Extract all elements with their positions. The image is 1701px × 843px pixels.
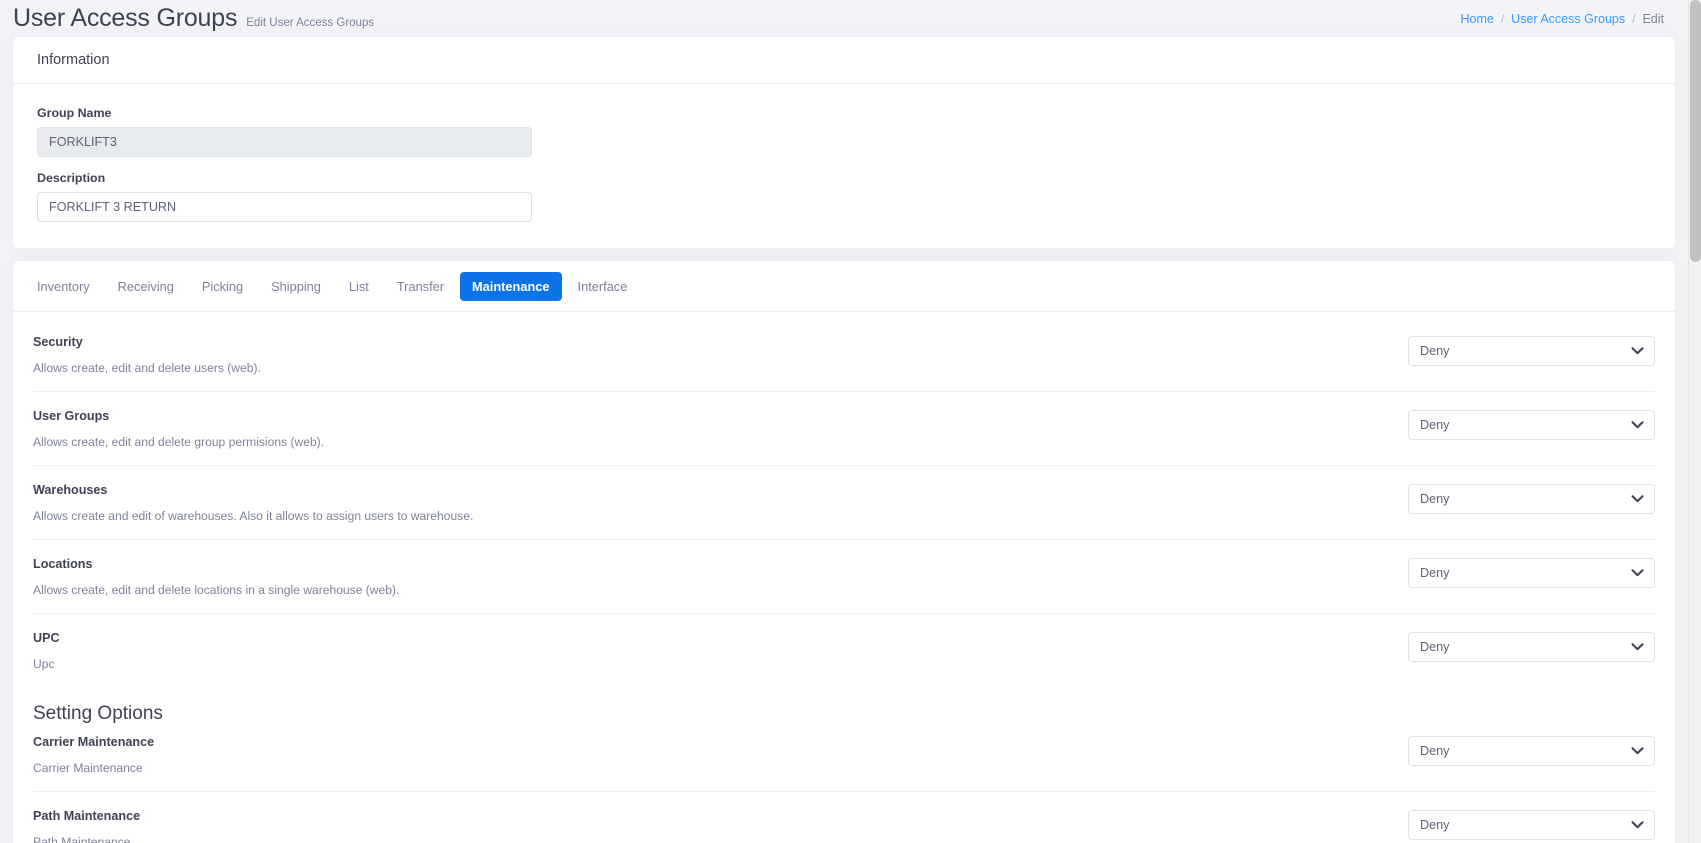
information-card-header: Information [13, 37, 1675, 84]
permission-text: Path Maintenance Path Maintenance [33, 808, 1408, 843]
permission-control: Deny [1408, 630, 1655, 662]
tab-inventory[interactable]: Inventory [25, 272, 102, 301]
permission-description: Upc [33, 657, 55, 671]
group-name-label: Group Name [37, 106, 112, 120]
setting-options-heading: Setting Options [33, 703, 163, 724]
permission-select-security[interactable]: Deny [1408, 336, 1655, 366]
select-wrapper: Deny [1408, 410, 1655, 440]
permission-select-path-maintenance[interactable]: Deny [1408, 810, 1655, 840]
permission-text: UPC Upc [33, 630, 1408, 671]
permission-control: Deny [1408, 334, 1655, 366]
select-wrapper: Deny [1408, 484, 1655, 514]
permission-description: Allows create, edit and delete users (we… [33, 361, 261, 375]
permission-name: Path Maintenance [33, 809, 141, 823]
permission-control: Deny [1408, 482, 1655, 514]
page-scroll-container: User Access Groups Edit User Access Grou… [0, 0, 1688, 843]
permission-control: Deny [1408, 556, 1655, 588]
tab-list[interactable]: List [337, 272, 381, 301]
permission-name: Warehouses [33, 483, 108, 497]
permission-name: Security [33, 335, 83, 349]
permission-description: Carrier Maintenance [33, 761, 143, 775]
select-wrapper: Deny [1408, 810, 1655, 840]
permission-tabs: Inventory Receiving Picking Shipping Lis… [13, 261, 1675, 312]
permission-select-user-groups[interactable]: Deny [1408, 410, 1655, 440]
breadcrumb-link-home[interactable]: Home [1460, 12, 1493, 26]
page-scrollbar-track[interactable] [1688, 0, 1701, 843]
permission-description: Allows create and edit of warehouses. Al… [33, 509, 474, 523]
title-group: User Access Groups Edit User Access Grou… [13, 6, 374, 31]
permission-description: Allows create, edit and delete group per… [33, 435, 325, 449]
permission-text: Security Allows create, edit and delete … [33, 334, 1408, 375]
tab-maintenance[interactable]: Maintenance [460, 272, 562, 301]
permission-text: User Groups Allows create, edit and dele… [33, 408, 1408, 449]
tab-picking[interactable]: Picking [190, 272, 255, 301]
subheader: User Access Groups Edit User Access Grou… [0, 0, 1688, 37]
breadcrumb-separator: / [1632, 11, 1636, 26]
permission-name: UPC [33, 631, 60, 645]
permission-name: Carrier Maintenance [33, 735, 155, 749]
page-title: User Access Groups [13, 4, 238, 32]
permission-select-warehouses[interactable]: Deny [1408, 484, 1655, 514]
permission-description: Path Maintenance [33, 835, 131, 843]
permission-row-upc: UPC Upc Deny [33, 614, 1655, 687]
permission-row-warehouses: Warehouses Allows create and edit of war… [33, 466, 1655, 540]
group-name-input[interactable] [37, 127, 532, 157]
tab-transfer[interactable]: Transfer [385, 272, 456, 301]
tab-interface[interactable]: Interface [566, 272, 640, 301]
permission-description: Allows create, edit and delete locations… [33, 583, 400, 597]
tab-shipping[interactable]: Shipping [259, 272, 333, 301]
information-card: Information Group Name Description [13, 37, 1675, 248]
permission-select-locations[interactable]: Deny [1408, 558, 1655, 588]
permission-name: User Groups [33, 409, 110, 423]
breadcrumb: Home / User Access Groups / Edit [1460, 12, 1664, 26]
permission-text: Carrier Maintenance Carrier Maintenance [33, 734, 1408, 775]
permissions-card: Inventory Receiving Picking Shipping Lis… [13, 261, 1675, 843]
permission-row-security: Security Allows create, edit and delete … [33, 318, 1655, 392]
permission-row-user-groups: User Groups Allows create, edit and dele… [33, 392, 1655, 466]
breadcrumb-separator: / [1500, 11, 1505, 26]
page-scrollbar-thumb[interactable] [1690, 0, 1701, 262]
permission-text: Locations Allows create, edit and delete… [33, 556, 1408, 597]
select-wrapper: Deny [1408, 336, 1655, 366]
information-card-title: Information [37, 52, 110, 68]
description-label: Description [37, 171, 106, 185]
information-card-body: Group Name Description [13, 84, 1675, 248]
select-wrapper: Deny [1408, 632, 1655, 662]
permission-row-carrier-maintenance: Carrier Maintenance Carrier Maintenance … [33, 734, 1655, 792]
form-group-group-name: Group Name [37, 106, 1651, 157]
select-wrapper: Deny [1408, 736, 1655, 766]
permission-control: Deny [1408, 808, 1655, 840]
select-wrapper: Deny [1408, 558, 1655, 588]
description-input[interactable] [37, 192, 532, 222]
permission-text: Warehouses Allows create and edit of war… [33, 482, 1408, 523]
breadcrumb-link-user-access-groups[interactable]: User Access Groups [1511, 12, 1625, 26]
permission-control: Deny [1408, 408, 1655, 440]
app-viewport: User Access Groups Edit User Access Grou… [0, 0, 1701, 843]
permission-select-carrier-maintenance[interactable]: Deny [1408, 736, 1655, 766]
form-group-description: Description [37, 171, 1651, 222]
permission-select-upc[interactable]: Deny [1408, 632, 1655, 662]
permission-list: Security Allows create, edit and delete … [13, 312, 1675, 843]
breadcrumb-current-edit: Edit [1642, 11, 1664, 26]
page-subtitle: Edit User Access Groups [246, 17, 375, 29]
permission-control: Deny [1408, 734, 1655, 766]
tab-receiving[interactable]: Receiving [106, 272, 186, 301]
permission-row-path-maintenance: Path Maintenance Path Maintenance Deny [33, 792, 1655, 843]
permission-row-locations: Locations Allows create, edit and delete… [33, 540, 1655, 614]
permission-name: Locations [33, 557, 93, 571]
